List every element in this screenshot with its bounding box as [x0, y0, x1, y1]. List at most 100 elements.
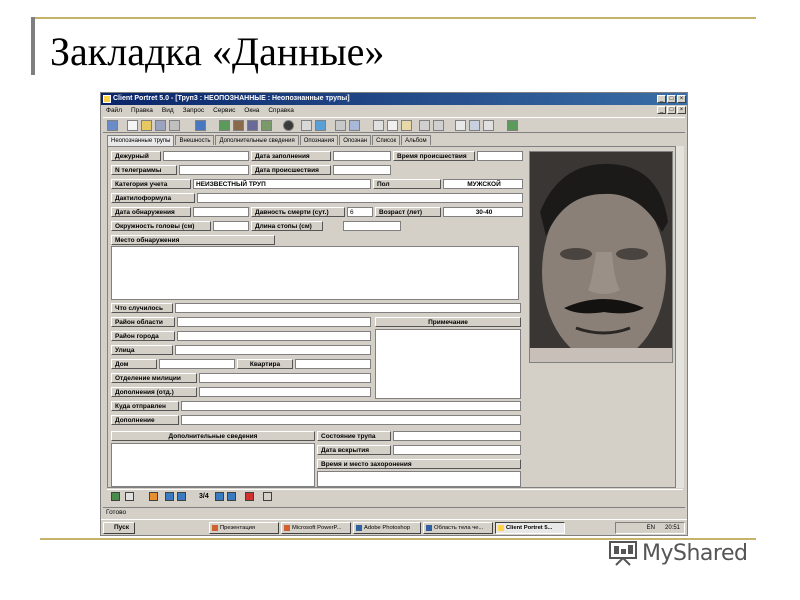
duty-field[interactable]	[163, 151, 249, 161]
time-incident-label: Время происшествия	[393, 151, 475, 161]
query-icon[interactable]	[219, 120, 230, 131]
date-incident-field[interactable]	[333, 165, 391, 175]
start-button[interactable]: Пуск	[103, 522, 135, 534]
undo-icon[interactable]	[419, 120, 430, 131]
photo-icon[interactable]	[315, 120, 326, 131]
stop-icon[interactable]	[283, 120, 294, 131]
document-icon[interactable]	[125, 492, 134, 501]
addition-field[interactable]	[181, 415, 521, 425]
district-city-field[interactable]	[177, 331, 371, 341]
district-region-field[interactable]	[177, 317, 371, 327]
mdi-close-icon[interactable]: ×	[677, 106, 686, 114]
tile-icon[interactable]	[349, 120, 360, 131]
preview-icon[interactable]	[469, 120, 480, 131]
death-age-field[interactable]: 6	[347, 207, 373, 217]
category-label: Категория учета	[111, 179, 191, 189]
form-scrollbar[interactable]	[675, 146, 684, 488]
table-icon[interactable]	[107, 120, 118, 131]
mdi-restore-icon[interactable]: □	[667, 106, 676, 114]
status-bar: Готово	[103, 507, 685, 517]
menu-view[interactable]: Вид	[162, 107, 174, 114]
police-field[interactable]	[199, 373, 371, 383]
export-icon[interactable]	[261, 120, 272, 131]
filter-icon[interactable]	[149, 492, 158, 501]
print-icon[interactable]	[169, 120, 180, 131]
head-field[interactable]	[213, 221, 249, 231]
tab-identified[interactable]: Опознан	[339, 135, 372, 145]
task-photoshop[interactable]: Adobe Photoshop	[353, 522, 421, 534]
sent-field[interactable]	[181, 401, 521, 411]
date-fill-field[interactable]	[333, 151, 391, 161]
refresh-icon[interactable]	[507, 120, 518, 131]
search-icon[interactable]	[301, 120, 312, 131]
dactylo-field[interactable]	[197, 193, 523, 203]
sex-field[interactable]: МУЖСКОЙ	[443, 179, 523, 189]
menu-file[interactable]: Файл	[106, 107, 122, 114]
scroll-left-icon[interactable]	[263, 492, 272, 501]
burial-label: Время и место захоронения	[317, 459, 521, 469]
report-icon[interactable]	[455, 120, 466, 131]
task-body-area[interactable]: Область тела че...	[423, 522, 493, 534]
house-field[interactable]	[159, 359, 235, 369]
sort-icon[interactable]	[247, 120, 258, 131]
prev-record-icon[interactable]	[177, 492, 186, 501]
menu-bar: Файл Правка Вид Запрос Сервис Окна Справ…	[101, 105, 687, 116]
place-found-textarea[interactable]	[111, 246, 519, 300]
autopsy-field[interactable]	[393, 445, 521, 455]
tab-unidentified[interactable]: Неопознанные трупы	[107, 135, 175, 146]
settings-icon[interactable]	[483, 120, 494, 131]
menu-edit[interactable]: Правка	[131, 107, 153, 114]
tab-additional-info[interactable]: Дополнительные сведения	[215, 135, 299, 145]
date-found-field[interactable]	[193, 207, 249, 217]
language-indicator[interactable]: EN	[647, 525, 655, 531]
foot-field[interactable]	[343, 221, 401, 231]
last-record-icon[interactable]	[227, 492, 236, 501]
task-client-portret[interactable]: Client Portret 5...	[495, 522, 565, 534]
record-icon[interactable]	[195, 120, 206, 131]
category-field[interactable]: НЕИЗВЕСТНЫЙ ТРУП	[193, 179, 371, 189]
mdi-minimize-icon[interactable]: _	[657, 106, 666, 114]
age-label: Возраст (лет)	[375, 207, 441, 217]
app-icon	[498, 525, 504, 531]
task-powerpoint[interactable]: Microsoft PowerP...	[281, 522, 351, 534]
menu-windows[interactable]: Окна	[244, 107, 259, 114]
redo-icon[interactable]	[433, 120, 444, 131]
flat-field[interactable]	[295, 359, 371, 369]
tree-icon[interactable]	[111, 492, 120, 501]
filter-icon[interactable]	[233, 120, 244, 131]
corpse-state-field[interactable]	[393, 431, 521, 441]
delete-record-icon[interactable]	[245, 492, 254, 501]
tab-album[interactable]: Альбом	[401, 135, 431, 145]
window-title: Client Portret 5.0 - [Труп3 : НЕОПОЗНАНН…	[113, 95, 350, 102]
tab-list[interactable]: Список	[372, 135, 401, 145]
date-incident-label: Дата происшествия	[251, 165, 331, 175]
tab-appearance[interactable]: Внешность	[175, 135, 215, 145]
tab-identifications[interactable]: Опознания	[299, 135, 339, 145]
minimize-icon[interactable]: _	[657, 95, 666, 103]
first-record-icon[interactable]	[165, 492, 174, 501]
note-textarea[interactable]	[375, 329, 521, 399]
maximize-icon[interactable]: □	[667, 95, 676, 103]
burial-textarea[interactable]	[317, 471, 521, 487]
age-field[interactable]: 30-40	[443, 207, 523, 217]
menu-service[interactable]: Сервис	[213, 107, 235, 114]
cut-icon[interactable]	[373, 120, 384, 131]
open-icon[interactable]	[141, 120, 152, 131]
time-incident-field[interactable]	[477, 151, 523, 161]
task-presentation[interactable]: Презентация	[209, 522, 279, 534]
window-icon[interactable]	[335, 120, 346, 131]
next-record-icon[interactable]	[215, 492, 224, 501]
telegram-field[interactable]	[179, 165, 249, 175]
menu-help[interactable]: Справка	[268, 107, 294, 114]
what-happened-field[interactable]	[175, 303, 521, 313]
extra-info-textarea[interactable]	[111, 443, 315, 487]
copy-icon[interactable]	[387, 120, 398, 131]
addition-dept-field[interactable]	[199, 387, 371, 397]
menu-query[interactable]: Запрос	[183, 107, 205, 114]
close-icon[interactable]: ×	[677, 95, 686, 103]
save-icon[interactable]	[155, 120, 166, 131]
paste-icon[interactable]	[401, 120, 412, 131]
new-icon[interactable]	[127, 120, 138, 131]
note-label: Примечание	[375, 317, 521, 327]
street-field[interactable]	[175, 345, 371, 355]
